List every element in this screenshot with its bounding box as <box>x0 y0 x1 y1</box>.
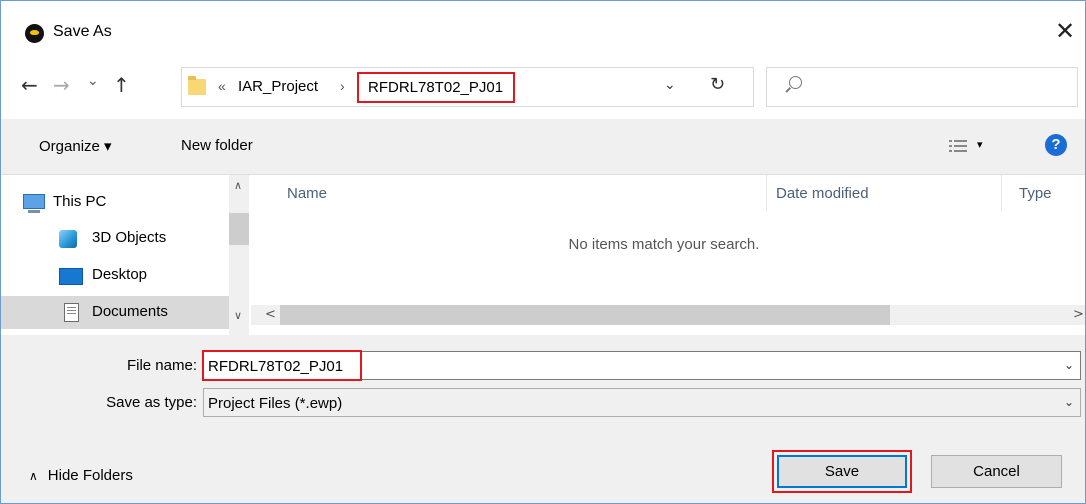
sidebar-item-documents[interactable]: Documents <box>1 296 229 329</box>
file-name-label: File name: <box>126 357 197 374</box>
sidebar-item-label: This PC <box>53 193 107 210</box>
column-divider[interactable] <box>1001 175 1002 211</box>
breadcrumb-iar-project[interactable]: IAR_Project <box>238 78 318 95</box>
organize-menu-button[interactable]: Organize ▾ <box>39 137 112 155</box>
navigation-pane: This PC 3D Objects Desktop Documents <box>1 175 229 335</box>
breadcrumb-separator[interactable]: › <box>340 78 345 94</box>
save-as-type-dropdown-icon[interactable]: ⌄ <box>1064 395 1074 409</box>
chevron-up-icon: ∧ <box>29 469 38 483</box>
browser-area: This PC 3D Objects Desktop Documents ∧ ∨… <box>1 175 1085 335</box>
save-as-type-select[interactable]: Project Files (*.ewp) ⌄ <box>203 388 1081 417</box>
new-folder-button[interactable]: New folder <box>181 137 253 154</box>
forward-arrow-icon[interactable]: → <box>53 75 70 95</box>
scroll-left-icon[interactable]: < <box>265 307 276 322</box>
search-icon <box>789 76 802 89</box>
file-list-scroll-thumb[interactable] <box>280 305 890 325</box>
scroll-down-icon[interactable]: ∨ <box>234 309 242 322</box>
save-as-type-value: Project Files (*.ewp) <box>208 395 343 412</box>
column-header-date-modified[interactable]: Date modified <box>776 185 869 202</box>
save-as-type-label: Save as type: <box>106 394 197 411</box>
empty-list-message: No items match your search. <box>568 236 760 253</box>
file-name-dropdown-icon[interactable]: ⌄ <box>1064 358 1074 372</box>
hide-folders-button[interactable]: ∧ Hide Folders <box>29 467 133 484</box>
address-dropdown-icon[interactable]: ⌄ <box>664 77 676 93</box>
back-arrow-icon[interactable]: ← <box>21 75 38 95</box>
sidebar-scroll-thumb[interactable] <box>229 213 249 245</box>
save-button-highlight <box>772 450 912 493</box>
up-arrow-icon[interactable]: ↑ <box>113 75 130 95</box>
3d-objects-icon <box>59 230 77 248</box>
save-as-dialog: Save As ✕ ← → ⌄ ↑ « IAR_Project › RFDRL7… <box>0 0 1086 504</box>
app-icon <box>25 24 44 43</box>
scroll-up-icon[interactable]: ∧ <box>234 179 242 192</box>
breadcrumb-overflow-icon[interactable]: « <box>218 78 226 94</box>
breadcrumb-current-folder[interactable]: RFDRL78T02_PJ01 <box>357 72 516 103</box>
window-title: Save As <box>53 23 112 40</box>
column-header-name[interactable]: Name <box>287 185 327 202</box>
hide-folders-label: Hide Folders <box>47 467 133 484</box>
help-icon[interactable]: ? <box>1045 134 1067 156</box>
column-divider[interactable] <box>766 175 767 211</box>
view-options-chevron-icon[interactable]: ▾ <box>977 138 983 151</box>
sidebar-item-desktop[interactable]: Desktop <box>1 259 229 293</box>
view-options-icon[interactable] <box>949 139 967 153</box>
folder-icon <box>188 76 206 95</box>
address-bar[interactable]: « IAR_Project › RFDRL78T02_PJ01 ⌄ ↻ <box>181 67 754 107</box>
title-bar: Save As ✕ <box>1 1 1085 61</box>
navigation-bar: ← → ⌄ ↑ « IAR_Project › RFDRL78T02_PJ01 … <box>1 61 1085 119</box>
file-name-highlight <box>202 350 362 381</box>
refresh-icon[interactable]: ↻ <box>710 74 725 95</box>
sidebar-item-label: 3D Objects <box>92 229 167 246</box>
documents-icon <box>64 303 79 322</box>
scroll-right-icon[interactable]: > <box>1073 307 1084 322</box>
close-icon[interactable]: ✕ <box>1055 19 1075 43</box>
this-pc-icon <box>23 194 45 213</box>
cancel-button[interactable]: Cancel <box>931 455 1062 488</box>
desktop-icon <box>59 268 83 285</box>
sidebar-item-label: Documents <box>92 303 168 320</box>
toolbar: Organize ▾ New folder ▾ ? <box>1 119 1085 175</box>
search-input[interactable] <box>766 67 1078 107</box>
column-header-type[interactable]: Type <box>1019 185 1052 202</box>
sidebar-item-this-pc[interactable]: This PC <box>1 185 229 219</box>
sidebar-item-3d-objects[interactable]: 3D Objects <box>1 222 229 256</box>
sidebar-item-label: Desktop <box>92 266 148 283</box>
recent-locations-chevron-icon[interactable]: ⌄ <box>87 71 99 91</box>
